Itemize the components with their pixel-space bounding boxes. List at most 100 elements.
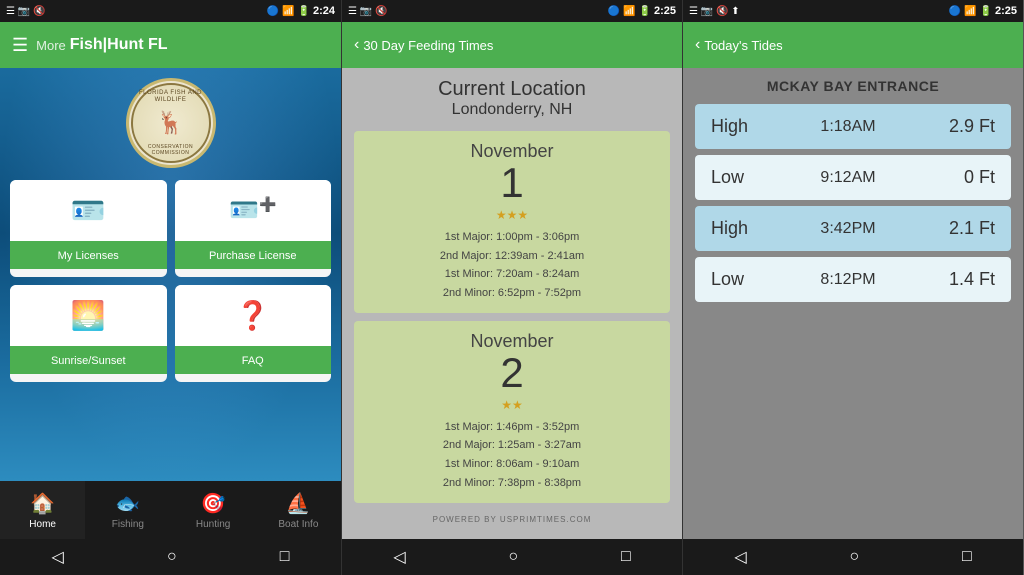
home-icon: 🏠 (30, 491, 55, 516)
sunrise-sunset-item[interactable]: 🌅 Sunrise/Sunset (10, 285, 167, 382)
status-time-1: 2:24 (313, 5, 335, 17)
battery-icon-3: 🔋 (980, 6, 992, 17)
current-location-label: Current Location (438, 78, 586, 101)
faq-icon-area: ❓ (175, 285, 332, 346)
back-button-feeding[interactable]: ‹ 30 Day Feeding Times (354, 36, 493, 54)
tide-height-4: 1.4 Ft (935, 269, 995, 290)
back-chevron-icon: ‹ (354, 36, 359, 54)
time-entry-1-2: 2nd Major: 12:39am - 2:41am (368, 247, 656, 266)
time-entry-2-1: 1st Major: 1:46pm - 3:52pm (368, 418, 656, 437)
phone-nav-bar-2: ◁ ○ □ (342, 539, 682, 575)
tides-main: MCKAY BAY ENTRANCE High 1:18AM 2.9 Ft Lo… (683, 68, 1023, 539)
day-1: 1 (368, 162, 656, 204)
nav-item-home[interactable]: 🏠 Home (0, 481, 85, 539)
tide-row-1: High 1:18AM 2.9 Ft (695, 104, 1011, 149)
time-entry-1-3: 1st Minor: 7:20am - 8:24am (368, 265, 656, 284)
times-list-1: 1st Major: 1:00pm - 3:06pm 2nd Major: 12… (368, 228, 656, 303)
back-button-2[interactable]: ◁ (393, 547, 405, 567)
status-left-2: ☰ 📷 🔇 (348, 6, 387, 17)
deer-icon: 🦌 (157, 110, 184, 136)
tide-height-2: 0 Ft (935, 167, 995, 188)
recents-button-2[interactable]: □ (621, 548, 631, 566)
purchase-license-item[interactable]: 🪪➕ Purchase License (175, 180, 332, 277)
my-licenses-item[interactable]: 🪪 My Licenses (10, 180, 167, 277)
bluetooth-icon: 🔵 (267, 6, 279, 17)
home-button-1[interactable]: ○ (167, 548, 177, 566)
status-time-3: 2:25 (995, 5, 1017, 17)
hunting-icon: 🎯 (201, 491, 226, 516)
phone-2: ☰ 📷 🔇 🔵 📶 🔋 2:25 ‹ 30 Day Feeding Times … (341, 0, 682, 575)
powered-by: POWERED BY USPRIMTIMES.COM (433, 515, 592, 524)
back-button-tides[interactable]: ‹ Today's Tides (695, 36, 783, 54)
faq-label: FAQ (242, 355, 264, 367)
tide-type-2: Low (711, 167, 761, 188)
feeding-card-1: November 1 ★★★ 1st Major: 1:00pm - 3:06p… (354, 131, 670, 313)
sunrise-sunset-label: Sunrise/Sunset (51, 355, 126, 367)
faq-label-area: FAQ (175, 346, 332, 374)
my-licenses-icon-area: 🪪 (10, 180, 167, 241)
time-entry-1-4: 2nd Minor: 6:52pm - 7:52pm (368, 284, 656, 303)
nav-item-boat-info[interactable]: ⛵ Boat Info (256, 481, 341, 539)
tide-time-2: 9:12AM (761, 169, 935, 187)
recents-button-3[interactable]: □ (962, 548, 972, 566)
feeding-card-2: November 2 ★★ 1st Major: 1:46pm - 3:52pm… (354, 321, 670, 503)
home-button-2[interactable]: ○ (508, 548, 518, 566)
purchase-license-label-area: Purchase License (175, 241, 332, 269)
tide-type-4: Low (711, 269, 761, 290)
logo-inner: FLORIDA FISH AND WILDLIFE 🦌 CONSERVATION… (131, 83, 211, 163)
faq-icon: ❓ (235, 299, 270, 332)
status-time-2: 2:25 (654, 5, 676, 17)
tide-row-4: Low 8:12PM 1.4 Ft (695, 257, 1011, 302)
my-licenses-label: My Licenses (58, 250, 119, 262)
faq-item[interactable]: ❓ FAQ (175, 285, 332, 382)
my-licenses-label-area: My Licenses (10, 241, 167, 269)
time-entry-1-1: 1st Major: 1:00pm - 3:06pm (368, 228, 656, 247)
tides-location: MCKAY BAY ENTRANCE (767, 78, 939, 94)
back-chevron-icon-3: ‹ (695, 36, 700, 54)
tide-time-1: 1:18AM (761, 118, 935, 136)
phone-nav-bar-1: ◁ ○ □ (0, 539, 341, 575)
logo-text-top: FLORIDA FISH AND WILDLIFE (133, 90, 209, 104)
tide-time-4: 8:12PM (761, 271, 935, 289)
stars-2: ★★ (368, 398, 656, 412)
nav-item-hunting[interactable]: 🎯 Hunting (171, 481, 256, 539)
wifi-icon-2: 📶 (623, 6, 635, 17)
phone-nav-bar-3: ◁ ○ □ (683, 539, 1023, 575)
more-label[interactable]: More (36, 38, 66, 53)
time-entry-2-3: 1st Minor: 8:06am - 9:10am (368, 455, 656, 474)
app-title: Fish|Hunt FL (70, 36, 168, 54)
sunrise-icon: 🌅 (71, 299, 106, 332)
wifi-icon: 📶 (282, 6, 294, 17)
time-entry-2-4: 2nd Minor: 7:38pm - 8:38pm (368, 474, 656, 493)
feeding-header-label: 30 Day Feeding Times (363, 38, 493, 53)
boat-icon: ⛵ (286, 491, 311, 516)
bottom-nav-1: 🏠 Home 🐟 Fishing 🎯 Hunting ⛵ Boat Info (0, 481, 341, 539)
home-button-3[interactable]: ○ (849, 548, 859, 566)
status-right-1: 🔵 📶 🔋 2:24 (267, 5, 335, 17)
status-icons-left-1: ☰ 📷 🔇 (6, 6, 45, 17)
bluetooth-icon-3: 🔵 (949, 6, 961, 17)
tide-row-3: High 3:42PM 2.1 Ft (695, 206, 1011, 251)
status-left-3: ☰ 📷 🔇 ⬆ (689, 6, 740, 17)
menu-grid: 🪪 My Licenses 🪪➕ Purchase License (10, 180, 331, 382)
tide-height-1: 2.9 Ft (935, 116, 995, 137)
tides-header-label: Today's Tides (704, 38, 782, 53)
back-button-1[interactable]: ◁ (52, 547, 64, 567)
recents-button-1[interactable]: □ (280, 548, 290, 566)
status-left-1: ☰ 📷 🔇 (6, 6, 45, 17)
purchase-license-icon-area: 🪪➕ (175, 180, 332, 241)
day-2: 2 (368, 352, 656, 394)
purchase-license-label: Purchase License (209, 250, 296, 262)
tide-type-3: High (711, 218, 761, 239)
main-background: FLORIDA FISH AND WILDLIFE 🦌 CONSERVATION… (0, 68, 341, 481)
location-city: Londonderry, NH (438, 101, 586, 119)
hamburger-menu-icon[interactable]: ☰ (12, 35, 28, 56)
bluetooth-icon-2: 🔵 (608, 6, 620, 17)
hunting-label: Hunting (196, 519, 230, 530)
feeding-main: Current Location Londonderry, NH Novembe… (342, 68, 682, 539)
nav-item-fishing[interactable]: 🐟 Fishing (85, 481, 170, 539)
screen-content-2: Current Location Londonderry, NH Novembe… (342, 68, 682, 575)
back-button-3[interactable]: ◁ (734, 547, 746, 567)
fishing-icon: 🐟 (115, 491, 140, 516)
tide-time-3: 3:42PM (761, 220, 935, 238)
